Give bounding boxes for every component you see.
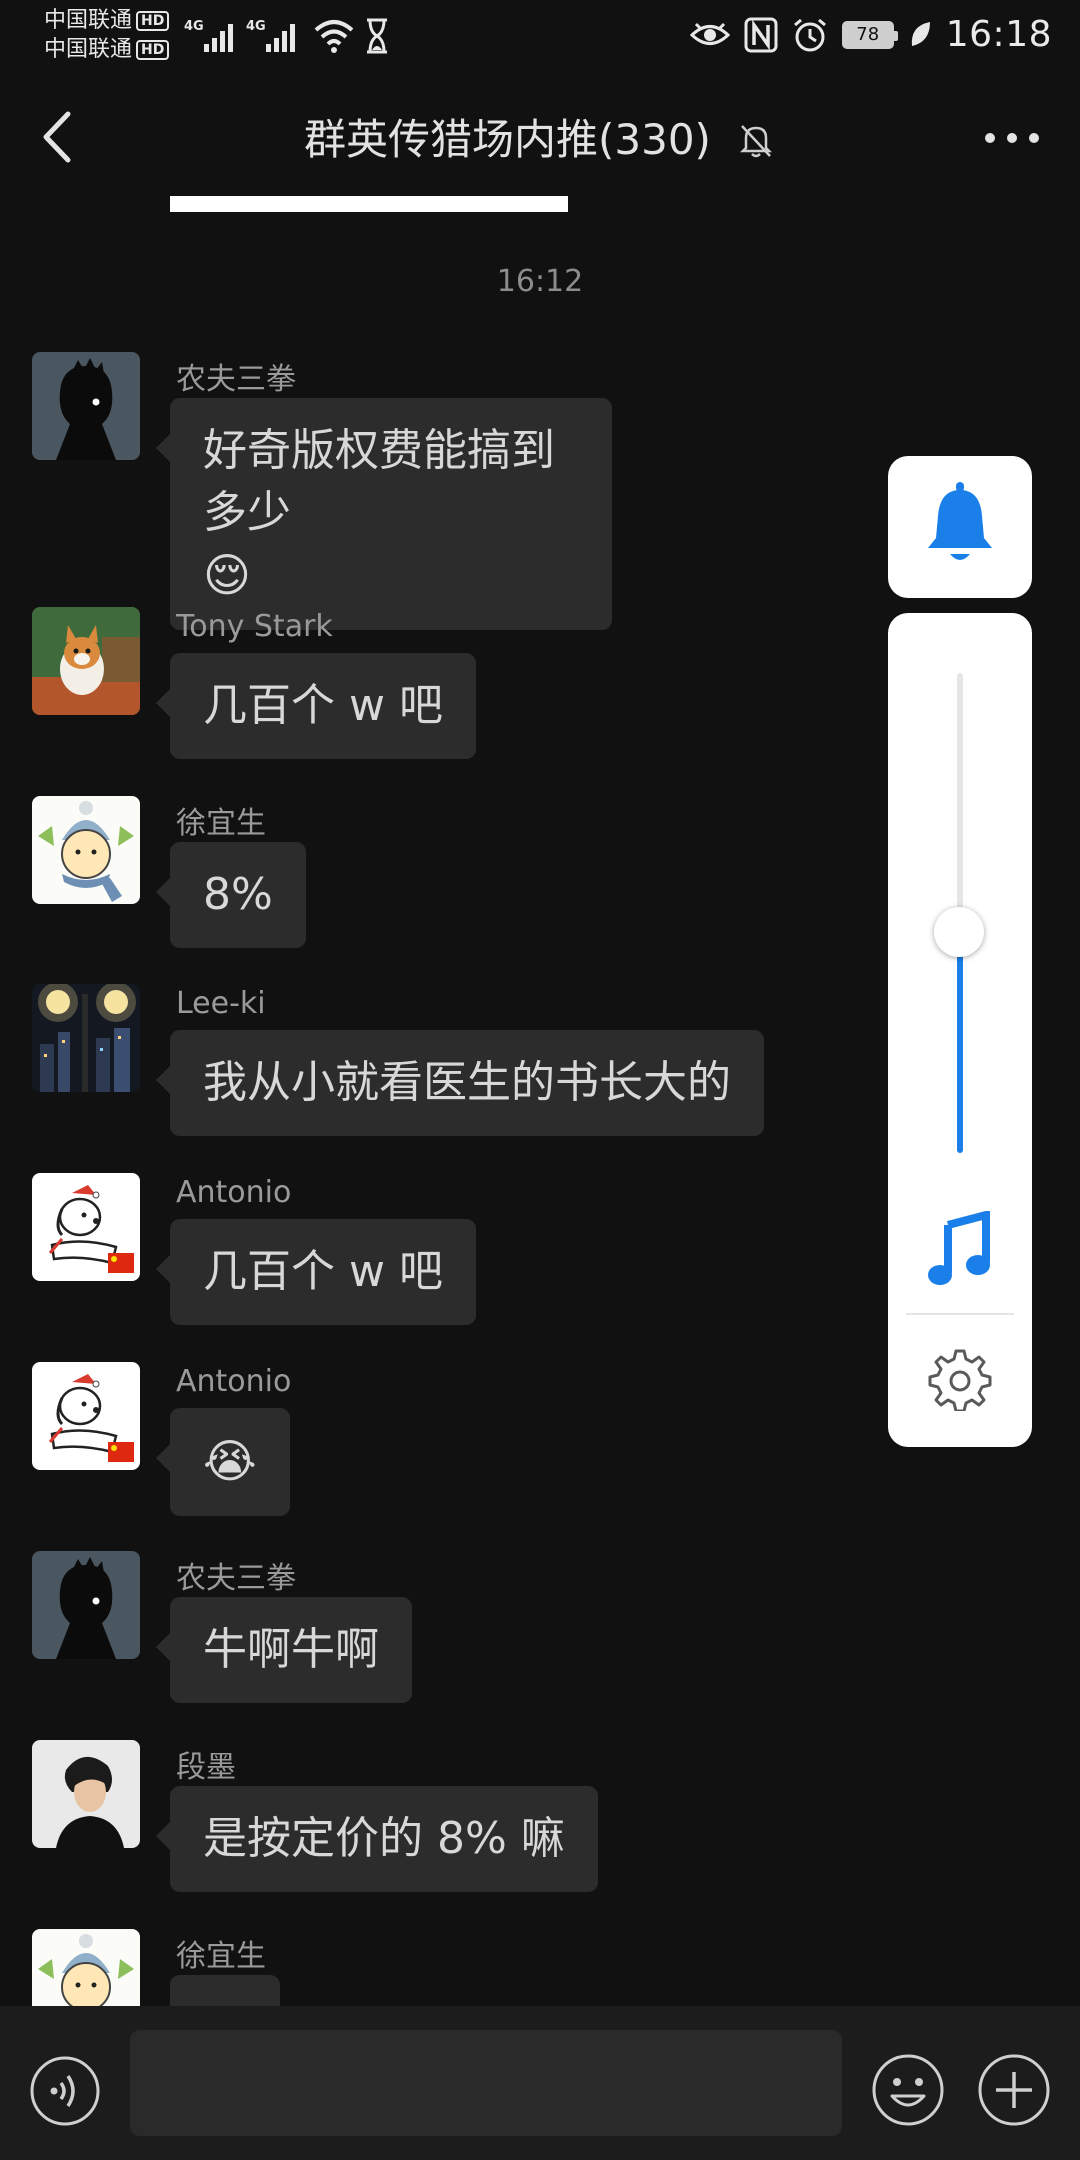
silhouette-avatar-icon [32, 1551, 140, 1659]
message-bubble[interactable]: 😭 [156, 1408, 290, 1516]
time-divider: 16:12 [496, 264, 584, 299]
input-bar [0, 2006, 1080, 2160]
music-note-icon [928, 1211, 990, 1285]
portrait-avatar-icon [32, 1740, 140, 1848]
wifi-icon [314, 20, 354, 53]
emoji-icon[interactable] [870, 2052, 946, 2128]
battery-icon: 78 [841, 20, 898, 49]
mute-bell-icon [739, 125, 773, 158]
ringer-mode-button[interactable] [888, 456, 1032, 598]
snowman-avatar-icon [32, 1929, 140, 2006]
avatar[interactable] [32, 984, 140, 1092]
sender-name: Lee-ki [176, 986, 266, 1021]
snowman-avatar-icon [32, 796, 140, 904]
hd-badge: HD [136, 40, 170, 60]
silhouette-avatar-icon [32, 352, 140, 460]
battery-level: 78 [843, 22, 892, 47]
message-bubble[interactable]: 牛啊牛啊 [156, 1597, 412, 1703]
status-right: 78 16:18 [689, 14, 1052, 55]
signal-icon: 4G [246, 19, 295, 52]
message-bubble[interactable]: 几百个 w 吧 [156, 1219, 476, 1325]
eye-icon [689, 22, 730, 45]
network-type: 4G [246, 19, 266, 34]
message-bubble[interactable]: 好奇版权费能搞到多少 😌 [156, 398, 612, 630]
message-text: 8% [203, 869, 273, 920]
message-input[interactable] [130, 2030, 842, 2136]
avatar[interactable] [32, 1362, 140, 1470]
dog-sketch-avatar-icon [32, 1173, 140, 1281]
message-text: 几百个 w 吧 [203, 1246, 443, 1297]
avatar[interactable] [32, 1173, 140, 1281]
message-text: 我从小就看医生的书长大的 [203, 1057, 731, 1108]
alarm-icon [793, 18, 826, 51]
avatar[interactable] [32, 1929, 140, 2006]
carrier-info: 中国联通 HD 中国联通 HD [44, 6, 170, 64]
night-city-avatar-icon [32, 984, 140, 1092]
message-text: 是按定价的 8% 嘛 [203, 1813, 565, 1864]
signal-icon: 4G [184, 19, 233, 52]
more-dots-icon[interactable] [984, 128, 1040, 148]
dog-sketch-avatar-icon [32, 1362, 140, 1470]
sender-name: 段墨 [176, 1750, 236, 1785]
hd-badge: HD [136, 11, 170, 31]
plus-icon[interactable] [976, 2052, 1052, 2128]
hourglass-icon [367, 18, 387, 54]
clock: 16:18 [945, 14, 1052, 55]
divider [906, 1313, 1014, 1315]
voice-icon[interactable] [28, 2054, 102, 2128]
carrier-1: 中国联通 [44, 8, 133, 33]
leaf-icon [911, 21, 930, 46]
message-text: 牛啊牛啊 [203, 1624, 379, 1675]
relieved-face-emoji: 😌 [203, 548, 251, 602]
sender-name: Tony Stark [176, 609, 333, 644]
sender-name: 徐宜生 [176, 1939, 266, 1974]
avatar[interactable] [32, 1551, 140, 1659]
title-area: 群英传猎场内推(330) [0, 106, 1080, 167]
message-bubble[interactable]: 是按定价的 8% 嘛 [156, 1786, 598, 1892]
message-bubble[interactable]: 8% [156, 842, 306, 948]
message-bubble[interactable]: 几百个 w 吧 [156, 653, 476, 759]
avatar[interactable] [32, 352, 140, 460]
message-text: 好奇版权费能搞到多少 [203, 425, 555, 538]
chat-header: 群英传猎场内推(330) [0, 72, 1080, 204]
sender-name: Antonio [176, 1175, 292, 1210]
sender-name: 农夫三拳 [176, 1561, 296, 1596]
message-text: 几百个 w 吧 [203, 680, 443, 731]
bell-icon [928, 482, 992, 560]
sender-name: Antonio [176, 1364, 292, 1399]
avatar[interactable] [32, 607, 140, 715]
crying-face-emoji: 😭 [203, 1434, 257, 1488]
nfc-icon [744, 17, 778, 52]
previous-image-message[interactable] [170, 196, 568, 212]
volume-panel [888, 613, 1032, 1447]
corgi-avatar-icon [32, 607, 140, 715]
network-type: 4G [184, 19, 204, 34]
group-title[interactable]: 群英传猎场内推(330) [304, 115, 711, 164]
settings-gear-icon[interactable] [928, 1347, 992, 1411]
avatar[interactable] [32, 796, 140, 904]
sender-name: 农夫三拳 [176, 362, 296, 397]
status-bar: 中国联通 HD 中国联通 HD 4G 4G 78 16:18 [0, 0, 1080, 72]
sender-name: 徐宜生 [176, 806, 266, 841]
avatar[interactable] [32, 1740, 140, 1848]
volume-slider-fill [957, 932, 963, 1153]
message-bubble[interactable] [170, 1975, 280, 2006]
message-bubble[interactable]: 我从小就看医生的书长大的 [156, 1030, 764, 1136]
carrier-2: 中国联通 [44, 37, 133, 62]
volume-slider-thumb[interactable] [934, 907, 984, 957]
